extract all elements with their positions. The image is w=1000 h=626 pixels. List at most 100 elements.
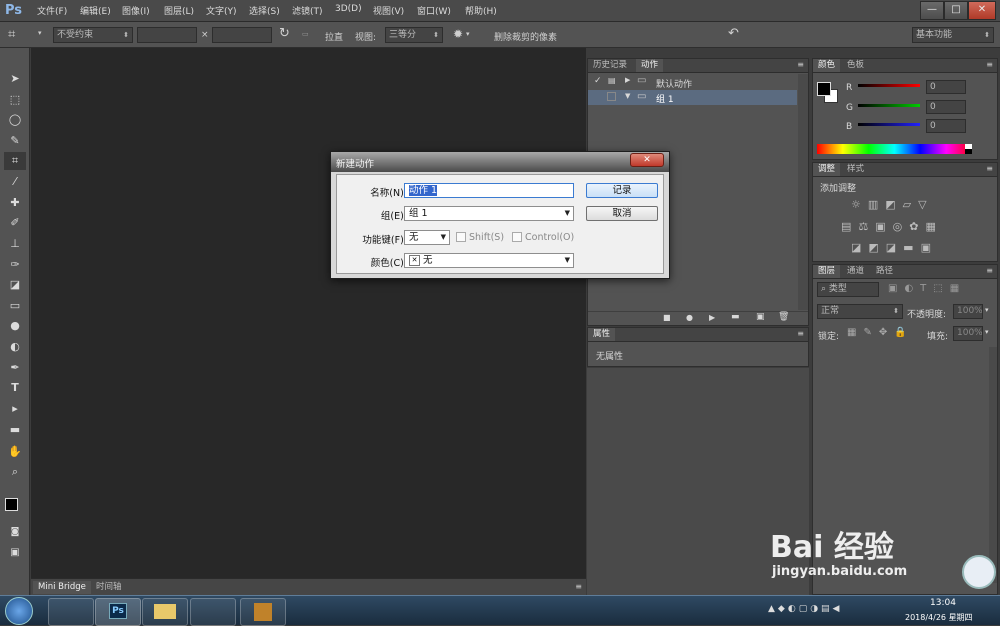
taskbar-app-4[interactable]	[190, 598, 236, 626]
function-key-select[interactable]: 无 ▼	[404, 230, 450, 245]
menu-select[interactable]: 选择(S)	[249, 4, 280, 17]
menu-help[interactable]: 帮助(H)	[465, 4, 497, 17]
taskbar-app-5[interactable]	[240, 598, 286, 626]
straighten-icon[interactable]: ▭	[302, 30, 309, 38]
menu-image[interactable]: 图像(I)	[122, 4, 150, 17]
eraser-tool-icon[interactable]: ◪	[4, 276, 26, 294]
g-value[interactable]: 0	[926, 100, 966, 114]
tab-adjustments[interactable]: 调整	[813, 163, 841, 176]
collapse-arrow-icon[interactable]: ▼	[625, 92, 630, 100]
menu-layer[interactable]: 图层(L)	[164, 4, 194, 17]
minimize-button[interactable]: —	[920, 1, 944, 20]
path-select-tool-icon[interactable]: ▸	[4, 400, 26, 418]
straighten-label[interactable]: 拉直	[325, 30, 343, 43]
panel-menu-icon[interactable]: ≡	[575, 582, 582, 591]
r-value[interactable]: 0	[926, 80, 966, 94]
zoom-tool-icon[interactable]: ⌕	[4, 463, 26, 481]
start-button[interactable]	[5, 597, 33, 625]
opacity-input[interactable]: 100%	[953, 304, 983, 319]
gradient-tool-icon[interactable]: ▭	[4, 297, 26, 315]
foreground-color-swatch[interactable]	[5, 498, 18, 511]
panel-menu-icon[interactable]: ≡	[986, 60, 993, 69]
type-tool-icon[interactable]: T	[4, 379, 26, 397]
tab-swatches[interactable]: 色板	[842, 59, 869, 72]
healing-brush-tool-icon[interactable]: ✚	[4, 194, 26, 212]
expand-arrow-icon[interactable]: ▶	[625, 76, 630, 84]
history-brush-tool-icon[interactable]: ✑	[4, 256, 26, 274]
menu-edit[interactable]: 编辑(E)	[80, 4, 111, 17]
view-select[interactable]: 三等分 ⬍	[385, 27, 443, 43]
panel-menu-icon[interactable]: ≡	[797, 329, 804, 338]
panel-menu-icon[interactable]: ≡	[797, 60, 804, 69]
group-select[interactable]: 组 1 ▼	[404, 206, 574, 221]
control-checkbox[interactable]	[512, 232, 522, 242]
opacity-dropdown-icon[interactable]: ▾	[985, 306, 989, 314]
tab-layers[interactable]: 图层	[813, 265, 841, 278]
workspace-select[interactable]: 基本功能 ⬍	[912, 27, 994, 43]
marquee-tool-icon[interactable]: ⬚	[4, 91, 26, 109]
tab-actions[interactable]: 动作	[636, 59, 664, 72]
tab-mini-bridge[interactable]: Mini Bridge	[33, 581, 91, 594]
quick-select-tool-icon[interactable]: ✎	[4, 132, 26, 150]
b-slider[interactable]	[858, 123, 920, 126]
settings-dropdown-icon[interactable]: ▾	[466, 30, 470, 38]
eyedropper-tool-icon[interactable]: ⁄	[4, 173, 26, 191]
system-tray-icons[interactable]: ▲◆◐▢◑▤◀	[768, 604, 888, 618]
move-tool-icon[interactable]: ➤	[4, 70, 26, 88]
dodge-tool-icon[interactable]: ◐	[4, 338, 26, 356]
trash-icon[interactable]: 🗑	[778, 312, 789, 322]
menu-view[interactable]: 视图(V)	[373, 4, 404, 17]
menu-window[interactable]: 窗口(W)	[417, 4, 451, 17]
menu-filter[interactable]: 滤镜(T)	[292, 4, 323, 17]
rotate-icon[interactable]: ↻	[279, 26, 290, 41]
dialog-toggle-icon[interactable]: ▤	[608, 76, 616, 85]
tab-paths[interactable]: 路径	[871, 265, 898, 278]
shift-checkbox[interactable]	[456, 232, 466, 242]
pen-tool-icon[interactable]: ✒	[4, 359, 26, 377]
hand-tool-icon[interactable]: ✋	[4, 443, 26, 461]
r-slider[interactable]	[858, 84, 920, 87]
blend-mode-select[interactable]: 正常 ⬍	[817, 304, 903, 319]
brush-tool-icon[interactable]: ✐	[4, 214, 26, 232]
crop-tool-icon[interactable]: ⌗	[4, 152, 26, 170]
cancel-button[interactable]: 取消	[586, 206, 658, 221]
tab-styles[interactable]: 样式	[842, 163, 869, 176]
tab-channels[interactable]: 通道	[842, 265, 869, 278]
spectrum-black[interactable]	[965, 149, 972, 154]
new-set-icon[interactable]: ▬	[731, 312, 740, 322]
check-icon[interactable]: ✓	[594, 76, 602, 86]
stop-icon[interactable]: ■	[663, 313, 671, 322]
taskbar-photoshop[interactable]: Ps	[95, 598, 141, 626]
play-icon[interactable]: ▶	[709, 313, 715, 322]
action-set-row[interactable]: ✓ ▤ ▶ ▭ 默认动作	[588, 74, 808, 90]
color-spectrum[interactable]	[817, 144, 972, 154]
taskbar-explorer[interactable]	[142, 598, 188, 626]
lasso-tool-icon[interactable]: ◯	[4, 111, 26, 129]
gear-icon[interactable]: ✹	[453, 27, 463, 41]
close-button[interactable]: ✕	[968, 1, 996, 20]
clone-stamp-tool-icon[interactable]: ⊥	[4, 235, 26, 253]
layer-kind-filter[interactable]: ⌕ 类型	[817, 282, 879, 297]
document-canvas[interactable]	[31, 48, 586, 578]
record-icon[interactable]: ●	[686, 313, 693, 322]
adjustment-icons-row-1[interactable]: ☼▥◩▱▽	[851, 198, 934, 211]
rectangle-tool-icon[interactable]: ▬	[4, 421, 26, 439]
menu-file[interactable]: 文件(F)	[37, 4, 67, 17]
g-slider[interactable]	[858, 104, 920, 107]
layer-filter-icons[interactable]: ▣◐T⬚▦	[888, 283, 966, 294]
record-button[interactable]: 记录	[586, 183, 658, 198]
dialog-titlebar[interactable]: 新建动作 ✕	[331, 152, 669, 172]
panel-menu-icon[interactable]: ≡	[986, 164, 993, 173]
panel-menu-icon[interactable]: ≡	[986, 266, 993, 275]
reset-icon[interactable]: ↶	[728, 26, 739, 41]
taskbar-app-1[interactable]	[48, 598, 94, 626]
crop-tool-icon[interactable]: ⌗	[8, 27, 15, 42]
tab-properties[interactable]: 属性	[588, 328, 616, 341]
b-value[interactable]: 0	[926, 119, 966, 133]
tab-history[interactable]: 历史记录	[588, 59, 632, 72]
clock-date[interactable]: 2018/4/26 星期四	[905, 612, 973, 623]
name-input[interactable]: 动作 1	[404, 183, 574, 198]
color-select[interactable]: ✕ 无 ▼	[404, 253, 574, 268]
lock-icons[interactable]: ▦✎✥🔒	[847, 327, 914, 338]
adjustment-icons-row-3[interactable]: ◪◩◪▬▣	[851, 241, 938, 254]
